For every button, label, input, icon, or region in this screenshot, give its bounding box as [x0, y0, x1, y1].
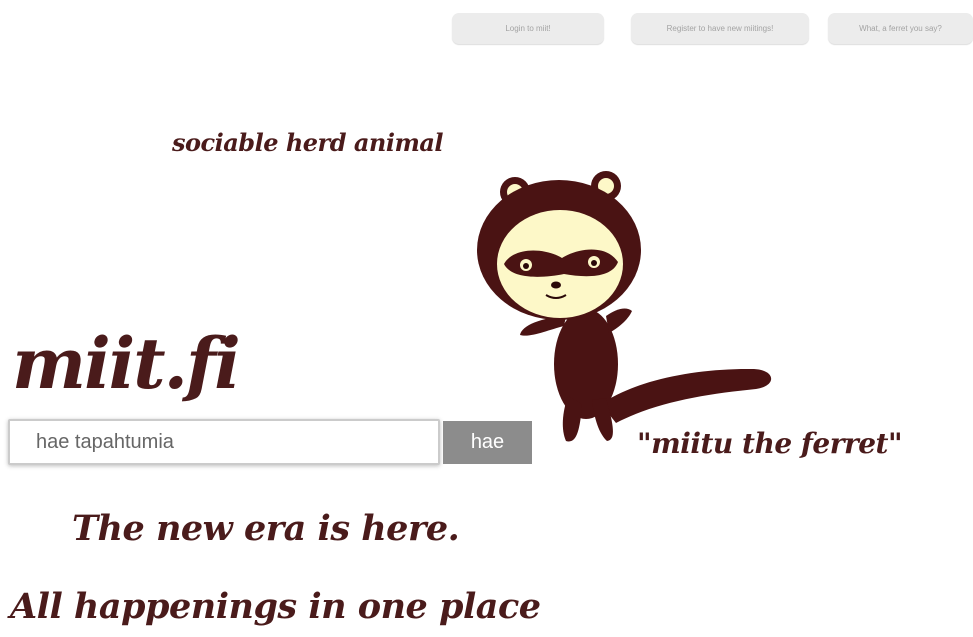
- search-input[interactable]: [8, 419, 440, 465]
- tagline: sociable herd animal: [172, 128, 444, 157]
- ferret-info-button[interactable]: What, a ferret you say?: [828, 13, 973, 44]
- site-logo: miit.fi: [12, 322, 241, 405]
- ferret-mascot-illustration: [466, 168, 786, 453]
- login-button[interactable]: Login to miit!: [452, 13, 604, 44]
- headline-all-happenings: All happenings in one place: [10, 586, 541, 627]
- headline-new-era: The new era is here.: [72, 508, 460, 549]
- ferret-caption: "miitu the ferret": [637, 427, 903, 460]
- search-button[interactable]: hae: [443, 421, 532, 464]
- register-button[interactable]: Register to have new miitings!: [631, 13, 809, 44]
